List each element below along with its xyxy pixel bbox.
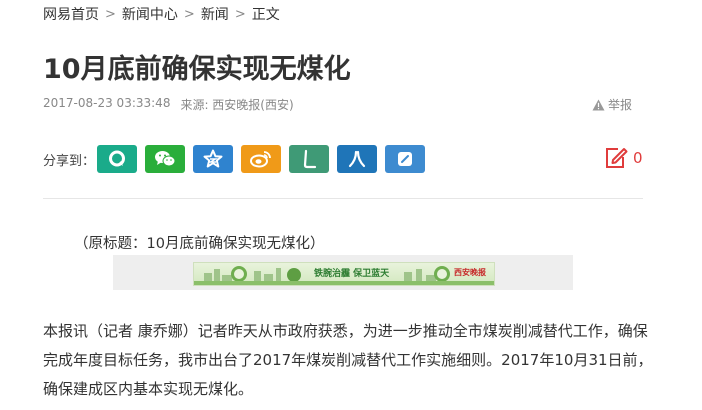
divider (43, 198, 643, 199)
article-body: 本报讯（记者 康乔娜）记者昨天从市政府获悉，为进一步推动全市煤炭削减替代工作，确… (43, 322, 653, 398)
share-renren-button[interactable] (337, 145, 378, 173)
breadcrumb-news[interactable]: 新闻 (201, 4, 229, 24)
banner-brand-logo: 西安晚报 (454, 267, 486, 277)
comment-count: 0 (633, 149, 643, 167)
wechat-icon (155, 151, 176, 167)
warning-icon (592, 99, 605, 110)
share-wechat-button[interactable] (145, 145, 186, 173)
share-youdao-note-button[interactable] (385, 145, 426, 173)
share-lofter-button[interactable] (289, 145, 330, 173)
weibo-icon (250, 151, 271, 168)
breadcrumb-news-center[interactable]: 新闻中心 (122, 4, 178, 24)
report-button[interactable]: 举报 (592, 96, 632, 113)
youdao-note-icon (398, 152, 413, 166)
edit-comment-icon (606, 148, 628, 168)
breadcrumb: 网易首页 > 新闻中心 > 新闻 > 正文 (43, 4, 280, 24)
breadcrumb-home[interactable]: 网易首页 (43, 4, 99, 24)
breadcrumb-separator: > (183, 6, 195, 22)
article-meta: 2017-08-23 03:33:48 来源: 西安晚报(西安) (43, 96, 294, 113)
share-weibo-button[interactable] (241, 145, 282, 173)
publish-date: 2017-08-23 03:33:48 (43, 96, 171, 110)
share-qzone-button[interactable] (193, 145, 234, 173)
share-bar: 分享到： (43, 144, 433, 174)
original-title: （原标题：10月底前确保实现无煤化） (74, 236, 325, 252)
share-yixin-button[interactable] (97, 145, 138, 173)
yixin-icon (109, 150, 126, 167)
campaign-banner[interactable]: 铁腕治霾 保卫蓝天 西安晚报 (193, 262, 495, 286)
comment-button[interactable]: 0 (603, 145, 643, 171)
breadcrumb-current: 正文 (251, 7, 280, 23)
share-label: 分享到： (43, 153, 96, 169)
report-label: 举报 (608, 98, 633, 112)
breadcrumb-separator: > (105, 6, 116, 22)
qzone-star-icon (203, 149, 223, 168)
article-source[interactable]: 来源: 西安晚报(西安) (180, 96, 293, 113)
article-title: 10月底前确保实现无煤化 (43, 54, 351, 85)
lofter-icon (303, 149, 317, 169)
banner-slogan: 铁腕治霾 保卫蓝天 (314, 269, 390, 279)
breadcrumb-separator: > (234, 6, 246, 22)
renren-icon (348, 150, 366, 168)
